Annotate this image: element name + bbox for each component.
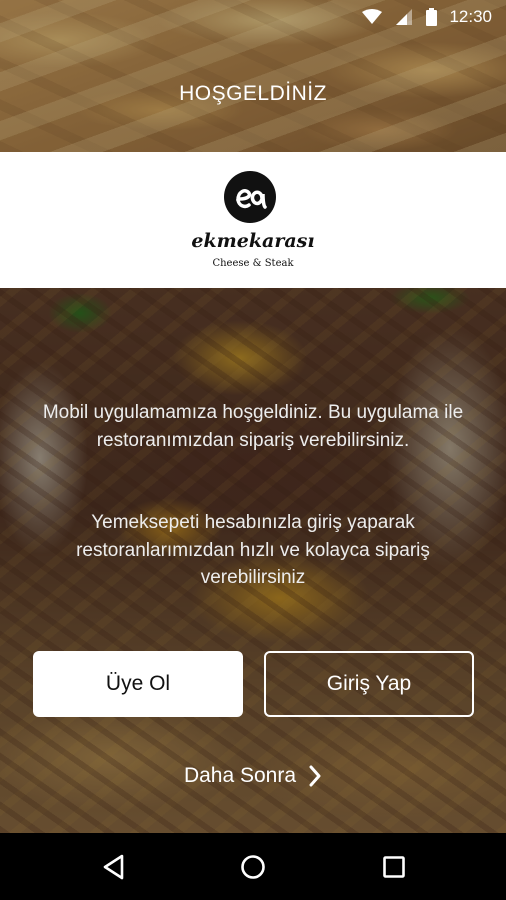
brand-name: ekmekarası	[191, 230, 315, 252]
page-title: HOŞGELDİNİZ	[179, 82, 327, 105]
navigation-bar	[0, 833, 506, 900]
brand-tagline: Cheese & Steak	[212, 258, 294, 269]
brand-banner: ekmekarası Cheese & Steak	[0, 152, 506, 288]
login-button[interactable]: Giriş Yap	[264, 651, 474, 717]
later-label: Daha Sonra	[183, 764, 297, 787]
wifi-icon	[362, 9, 383, 25]
signal-icon	[396, 9, 413, 25]
chevron-right-icon	[308, 765, 322, 787]
welcome-message: Mobil uygulamamıza hoşgeldiniz. Bu uygul…	[42, 402, 464, 451]
status-time: 12:30	[449, 7, 492, 26]
login-hint-message: Yemeksepeti hesabınızla giriş yaparak re…	[76, 512, 430, 588]
later-link[interactable]: Daha Sonra	[0, 764, 506, 788]
register-button[interactable]: Üye Ol	[33, 651, 243, 717]
welcome-screen: 12:30 HOŞGELDİNİZ ekmekarası Cheese & St…	[0, 0, 506, 900]
recents-icon[interactable]	[374, 848, 414, 886]
ekmekarasi-logo-icon	[224, 171, 276, 223]
status-bar: 12:30	[0, 0, 506, 34]
home-icon[interactable]	[233, 848, 273, 886]
back-icon[interactable]	[94, 848, 134, 886]
battery-icon	[426, 8, 438, 26]
